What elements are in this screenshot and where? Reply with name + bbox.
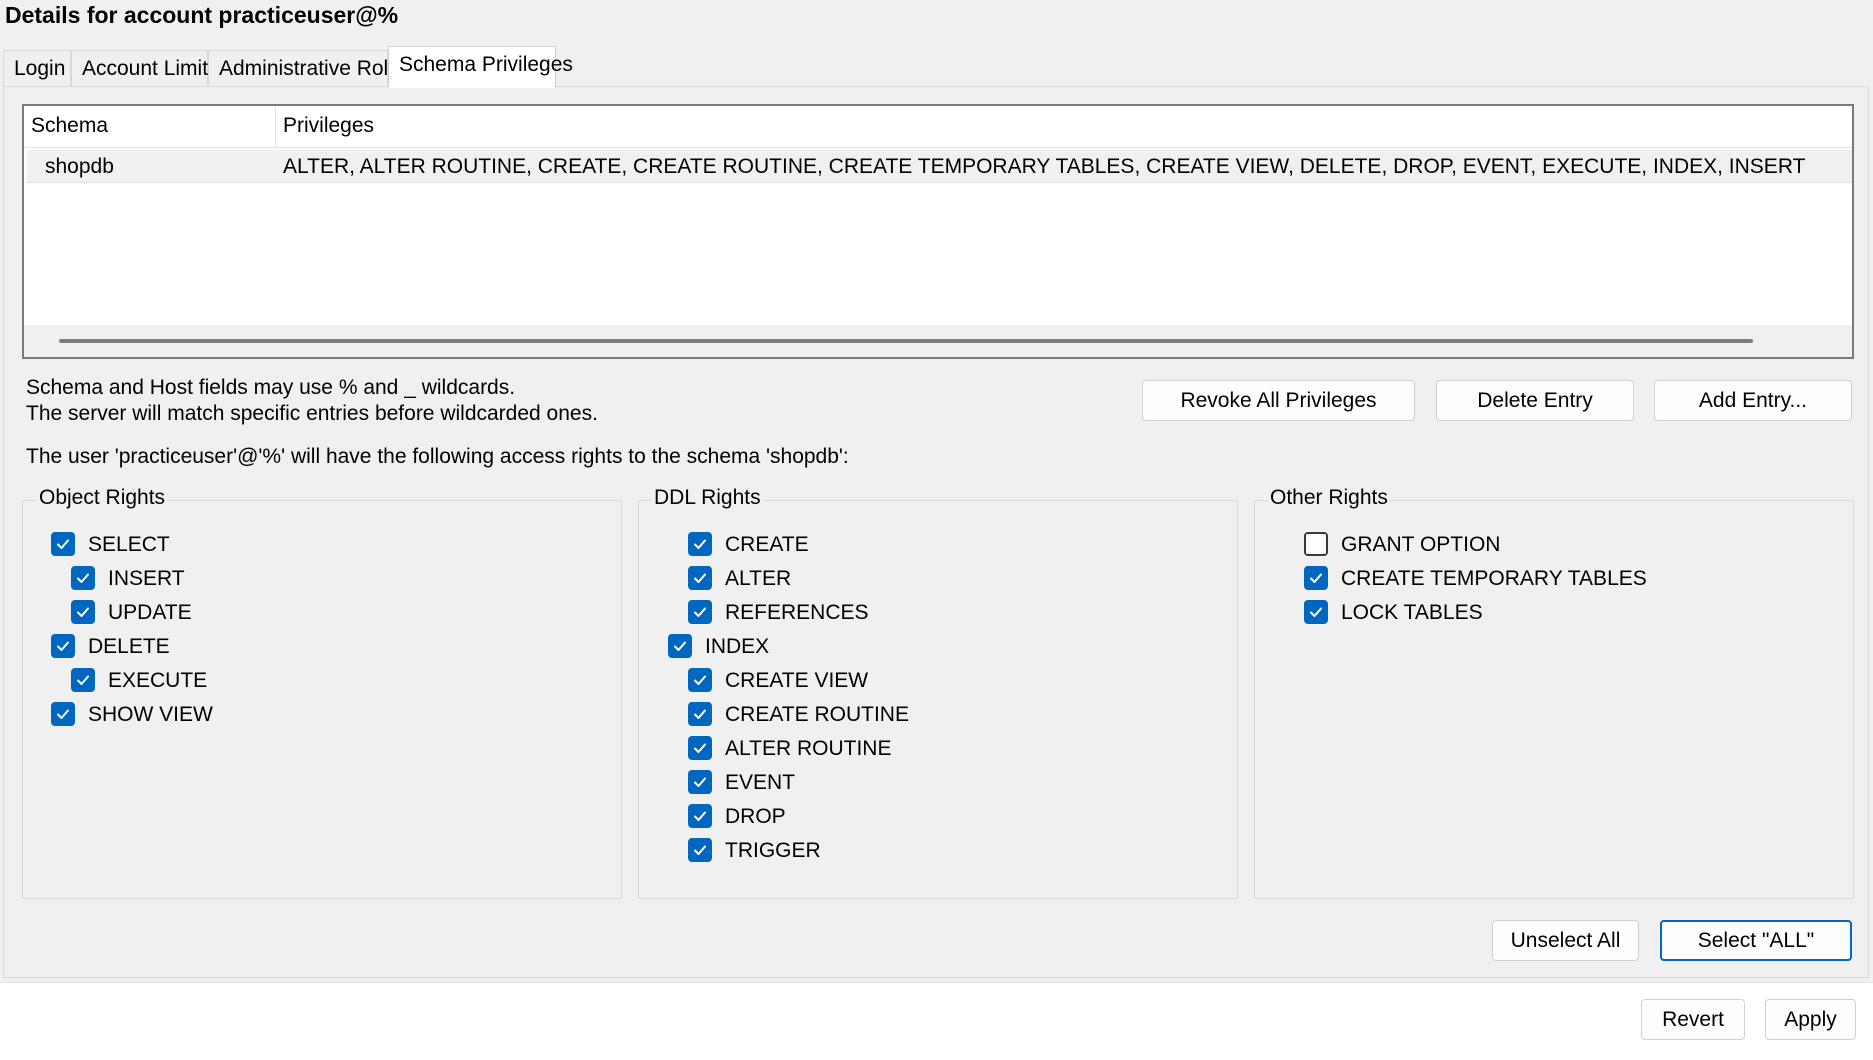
checkbox-box[interactable] [51,702,75,726]
delete-entry-button[interactable]: Delete Entry [1436,380,1634,421]
checkbox-box[interactable] [51,634,75,658]
checkmark-icon [1310,573,1322,583]
checkbox-label: CREATE VIEW [725,669,869,692]
checkbox-label: DELETE [88,635,170,658]
checkbox-label: LOCK TABLES [1341,601,1483,624]
checkbox-box[interactable] [688,804,712,828]
horizontal-scrollbar[interactable] [24,325,1852,357]
checkbox-label: GRANT OPTION [1341,533,1501,556]
checkbox-box[interactable] [688,600,712,624]
revoke-all-privileges-button[interactable]: Revoke All Privileges [1142,380,1415,421]
checkbox-box[interactable] [688,566,712,590]
checkbox-box[interactable] [71,566,95,590]
checkmark-icon [57,709,69,719]
access-rights-description: The user 'practiceuser'@'%' will have th… [26,445,849,468]
footer-divider [0,982,1873,983]
checkbox-label: EXECUTE [108,669,208,692]
checkbox-label: SHOW VIEW [88,703,213,726]
checkbox-box[interactable] [51,532,75,556]
tab-account-limits[interactable]: Account Limits [71,50,219,88]
select-all-button[interactable]: Select "ALL" [1660,920,1852,961]
checkbox-label: DROP [725,805,786,828]
cell-schema: shopdb [45,155,114,178]
checkmark-icon [694,607,706,617]
column-header-schema[interactable]: Schema [24,106,275,148]
checkmark-icon [57,641,69,651]
checkbox-label: CREATE [725,533,809,556]
ddl-rights-title: DDL Rights [652,486,763,510]
checkbox-label: REFERENCES [725,601,869,624]
checkbox-label: UPDATE [108,601,192,624]
checkbox-label: INDEX [705,635,770,658]
other-rights-title: Other Rights [1268,486,1390,510]
checkbox-label: CREATE TEMPORARY TABLES [1341,567,1647,590]
checkbox-box[interactable] [71,668,95,692]
tab-login[interactable]: Login [3,50,71,88]
checkmark-icon [694,743,706,753]
tab-schema-privileges[interactable]: Schema Privileges [388,46,573,88]
cell-privileges: ALTER, ALTER ROUTINE, CREATE, CREATE ROU… [283,155,1806,178]
checkbox-box[interactable] [1304,532,1328,556]
checkmark-icon [694,539,706,549]
checkbox-label: INSERT [108,567,185,590]
column-header-privileges[interactable]: Privileges [275,106,1852,148]
checkbox-box[interactable] [71,600,95,624]
checkmark-icon [674,641,686,651]
scrollbar-thumb[interactable] [59,339,1753,343]
checkbox-box[interactable] [688,668,712,692]
checkbox-box[interactable] [688,532,712,556]
schema-privileges-table[interactable]: Schema Privileges shopdb ALTER, ALTER RO… [22,104,1854,359]
table-header: Schema Privileges [24,106,1852,148]
checkbox-label: EVENT [725,771,796,794]
checkbox-box[interactable] [688,736,712,760]
checkbox-label: CREATE ROUTINE [725,703,909,726]
checkmark-icon [77,607,89,617]
checkmark-icon [694,777,706,787]
checkbox-box[interactable] [688,838,712,862]
tab-administrative-roles[interactable]: Administrative Roles [208,50,410,88]
apply-button[interactable]: Apply [1765,999,1856,1040]
checkbox-box[interactable] [688,770,712,794]
checkmark-icon [694,675,706,685]
checkbox-box[interactable] [688,702,712,726]
checkbox-label: SELECT [88,533,170,556]
checkmark-icon [694,811,706,821]
page-title: Details for account practiceuser@% [5,2,399,28]
add-entry-button[interactable]: Add Entry... [1654,380,1852,421]
checkmark-icon [57,539,69,549]
checkbox-label: TRIGGER [725,839,821,862]
checkmark-icon [694,709,706,719]
checkmark-icon [77,573,89,583]
checkbox-label: ALTER [725,567,792,590]
wildcard-hint: Schema and Host fields may use % and _ w… [26,376,516,399]
checkmark-icon [694,573,706,583]
matching-hint: The server will match specific entries b… [26,402,598,425]
table-row[interactable]: shopdb ALTER, ALTER ROUTINE, CREATE, CRE… [27,150,1852,183]
checkmark-icon [77,675,89,685]
checkmark-icon [694,845,706,855]
checkmark-icon [1310,607,1322,617]
revert-button[interactable]: Revert [1641,999,1745,1040]
checkbox-box[interactable] [668,634,692,658]
checkbox-box[interactable] [1304,566,1328,590]
checkbox-box[interactable] [1304,600,1328,624]
object-rights-title: Object Rights [37,486,168,510]
checkbox-label: ALTER ROUTINE [725,737,892,760]
unselect-all-button[interactable]: Unselect All [1492,920,1639,961]
